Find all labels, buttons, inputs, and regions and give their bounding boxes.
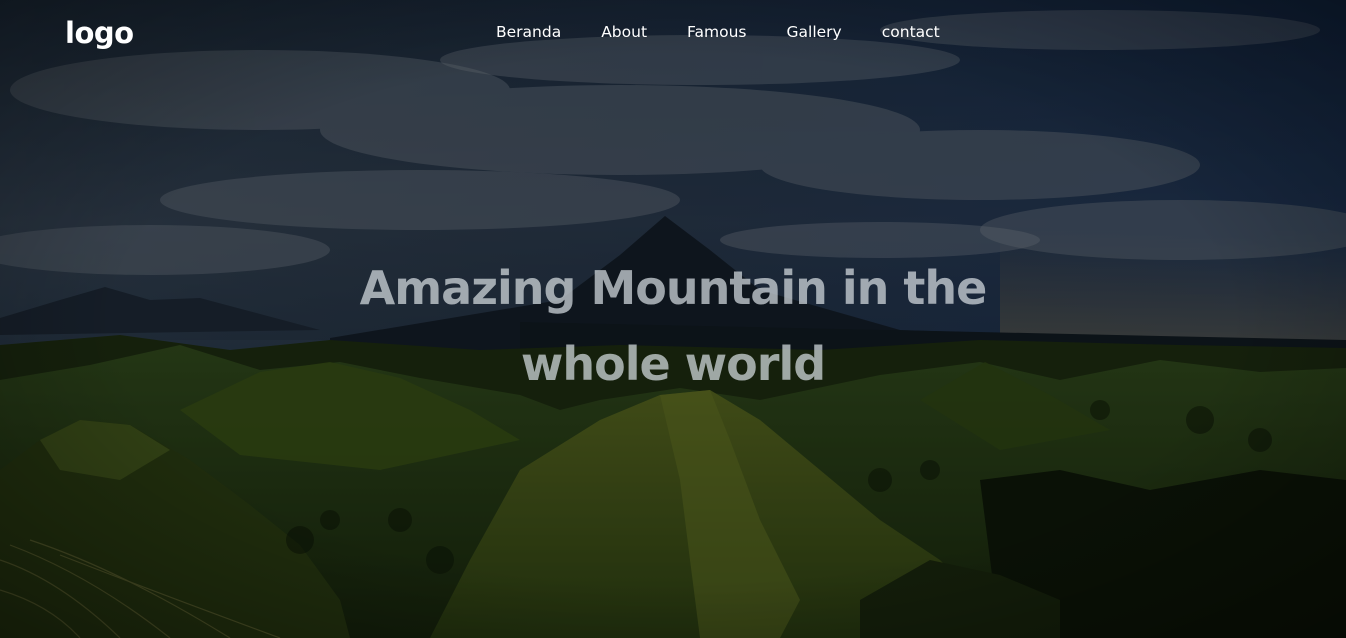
hero-headline-line-2: whole world xyxy=(520,337,826,391)
nav-link-gallery[interactable]: Gallery xyxy=(779,20,850,44)
hero-headline-line-1: Amazing Mountain in the xyxy=(359,261,988,315)
nav-link-about[interactable]: About xyxy=(593,20,655,44)
hero-section: logo Beranda About Famous Gallery contac… xyxy=(0,0,1346,638)
site-logo[interactable]: logo xyxy=(65,13,134,53)
nav-links: Beranda About Famous Gallery contact xyxy=(488,20,948,44)
nav-link-beranda[interactable]: Beranda xyxy=(488,20,569,44)
nav-item-beranda: Beranda xyxy=(488,20,569,44)
top-navbar: logo Beranda About Famous Gallery contac… xyxy=(0,0,1346,66)
nav-item-contact: contact xyxy=(850,20,948,44)
hero-headline: Amazing Mountain in the whole world xyxy=(200,250,1146,402)
nav-link-contact[interactable]: contact xyxy=(874,20,948,44)
nav-item-famous: Famous xyxy=(655,20,754,44)
nav-item-about: About xyxy=(569,20,655,44)
nav-item-gallery: Gallery xyxy=(755,20,850,44)
nav-link-famous[interactable]: Famous xyxy=(679,20,754,44)
